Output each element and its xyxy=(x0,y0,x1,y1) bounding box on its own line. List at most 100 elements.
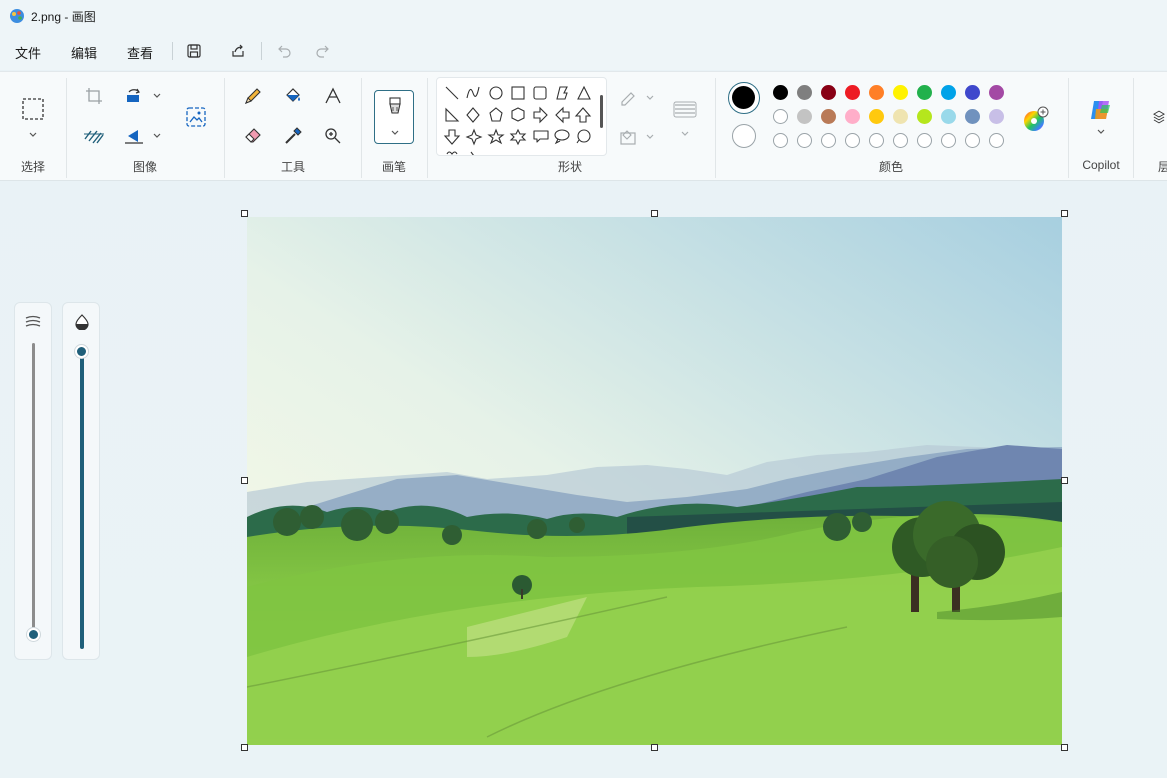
rounded-rectangle-shape-icon[interactable] xyxy=(533,86,547,100)
heart-shape-icon[interactable] xyxy=(446,151,458,155)
crop-icon[interactable] xyxy=(82,84,106,108)
custom-color-slot[interactable] xyxy=(989,133,1004,148)
resize-handle-bottom-right[interactable] xyxy=(1061,744,1068,751)
lightning-shape-icon[interactable] xyxy=(470,151,474,156)
right-triangle-shape-icon[interactable] xyxy=(445,107,460,122)
save-icon[interactable] xyxy=(183,40,205,62)
chevron-down-icon[interactable] xyxy=(152,131,162,141)
opacity-slider-thumb[interactable] xyxy=(75,345,88,358)
four-point-star-shape-icon[interactable] xyxy=(465,128,483,146)
custom-color-slot[interactable] xyxy=(797,133,812,148)
color-swatch[interactable] xyxy=(989,109,1004,124)
left-arrow-shape-icon[interactable] xyxy=(555,106,570,124)
color-swatch[interactable] xyxy=(917,109,932,124)
custom-color-slot[interactable] xyxy=(893,133,908,148)
color-picker-icon[interactable] xyxy=(281,124,305,148)
chevron-down-icon[interactable] xyxy=(645,93,655,103)
color-swatch[interactable] xyxy=(845,109,860,124)
resize-handle-top[interactable] xyxy=(651,210,658,217)
resize-handle-bottom-left[interactable] xyxy=(241,744,248,751)
primary-color-selector[interactable] xyxy=(728,82,760,114)
color-swatch[interactable] xyxy=(797,85,812,100)
text-icon[interactable] xyxy=(321,84,345,108)
callout-oval-shape-icon[interactable] xyxy=(554,129,570,145)
chevron-down-icon[interactable] xyxy=(645,132,655,142)
custom-color-slot[interactable] xyxy=(773,133,788,148)
custom-color-slot[interactable] xyxy=(917,133,932,148)
resize-icon[interactable] xyxy=(82,124,106,148)
color-swatch[interactable] xyxy=(773,85,788,100)
color-swatch[interactable] xyxy=(869,109,884,124)
custom-color-slot[interactable] xyxy=(869,133,884,148)
triangle-shape-icon[interactable] xyxy=(577,85,591,100)
pencil-icon[interactable] xyxy=(241,84,265,108)
line-shape-icon[interactable] xyxy=(445,86,459,100)
opacity-slider-track[interactable] xyxy=(80,353,84,649)
shapes-gallery[interactable] xyxy=(436,77,607,156)
polygon-shape-icon[interactable] xyxy=(556,86,568,100)
five-point-star-shape-icon[interactable] xyxy=(487,128,505,145)
color-swatch[interactable] xyxy=(893,109,908,124)
hexagon-shape-icon[interactable] xyxy=(511,107,525,122)
color-swatch[interactable] xyxy=(917,85,932,100)
oval-shape-icon[interactable] xyxy=(489,86,503,100)
shape-fill-icon[interactable] xyxy=(617,125,641,149)
eraser-icon[interactable] xyxy=(241,124,265,148)
six-point-star-shape-icon[interactable] xyxy=(509,128,527,146)
color-swatch[interactable] xyxy=(941,85,956,100)
shape-size-icon[interactable] xyxy=(672,98,698,124)
callout-rect-shape-icon[interactable] xyxy=(533,130,549,143)
chevron-down-icon[interactable] xyxy=(680,129,690,139)
color-swatch[interactable] xyxy=(965,85,980,100)
rotate-icon[interactable] xyxy=(122,84,146,108)
layers-icon[interactable] xyxy=(1151,104,1167,130)
flip-icon[interactable] xyxy=(122,124,146,148)
magnifier-icon[interactable] xyxy=(321,124,345,148)
menu-edit[interactable]: 编辑 xyxy=(71,43,97,62)
right-arrow-shape-icon[interactable] xyxy=(533,106,548,124)
color-swatch[interactable] xyxy=(965,109,980,124)
share-icon[interactable] xyxy=(227,40,249,62)
resize-handle-right[interactable] xyxy=(1061,477,1068,484)
resize-handle-bottom[interactable] xyxy=(651,744,658,751)
resize-handle-top-right[interactable] xyxy=(1061,210,1068,217)
up-arrow-shape-icon[interactable] xyxy=(574,107,592,123)
chevron-down-icon[interactable] xyxy=(28,130,38,140)
menu-file[interactable]: 文件 xyxy=(15,43,41,62)
size-slider-thumb[interactable] xyxy=(27,628,40,641)
brush-selector[interactable] xyxy=(374,90,414,144)
pentagon-shape-icon[interactable] xyxy=(489,107,503,122)
size-slider-track[interactable] xyxy=(32,343,35,633)
chevron-down-icon[interactable] xyxy=(152,91,162,101)
color-swatch[interactable] xyxy=(941,109,956,124)
copilot-icon[interactable] xyxy=(1087,96,1115,124)
color-swatch[interactable] xyxy=(797,109,812,124)
color-swatch[interactable] xyxy=(845,85,860,100)
select-rectangle-icon[interactable] xyxy=(21,97,45,121)
rectangle-shape-icon[interactable] xyxy=(511,86,525,100)
edit-colors-icon[interactable] xyxy=(1021,105,1051,135)
undo-icon[interactable] xyxy=(273,40,295,62)
color-swatch[interactable] xyxy=(821,109,836,124)
color-swatch[interactable] xyxy=(989,85,1004,100)
color-swatch[interactable] xyxy=(869,85,884,100)
down-arrow-shape-icon[interactable] xyxy=(443,129,461,145)
callout-cloud-shape-icon[interactable] xyxy=(576,129,591,144)
resize-handle-top-left[interactable] xyxy=(241,210,248,217)
canvas-image[interactable] xyxy=(247,217,1062,745)
color-swatch[interactable] xyxy=(773,109,788,124)
curve-shape-icon[interactable] xyxy=(466,86,480,99)
custom-color-slot[interactable] xyxy=(821,133,836,148)
custom-color-slot[interactable] xyxy=(845,133,860,148)
diamond-shape-icon[interactable] xyxy=(466,107,480,123)
color-swatch[interactable] xyxy=(893,85,908,100)
chevron-down-icon[interactable] xyxy=(1096,127,1106,137)
menu-view[interactable]: 查看 xyxy=(127,43,153,62)
custom-color-slot[interactable] xyxy=(941,133,956,148)
image-select-icon[interactable] xyxy=(183,104,209,130)
outline-icon[interactable] xyxy=(617,86,641,110)
resize-handle-left[interactable] xyxy=(241,477,248,484)
custom-color-slot[interactable] xyxy=(965,133,980,148)
secondary-color-swatch[interactable] xyxy=(732,124,756,148)
color-swatch[interactable] xyxy=(821,85,836,100)
